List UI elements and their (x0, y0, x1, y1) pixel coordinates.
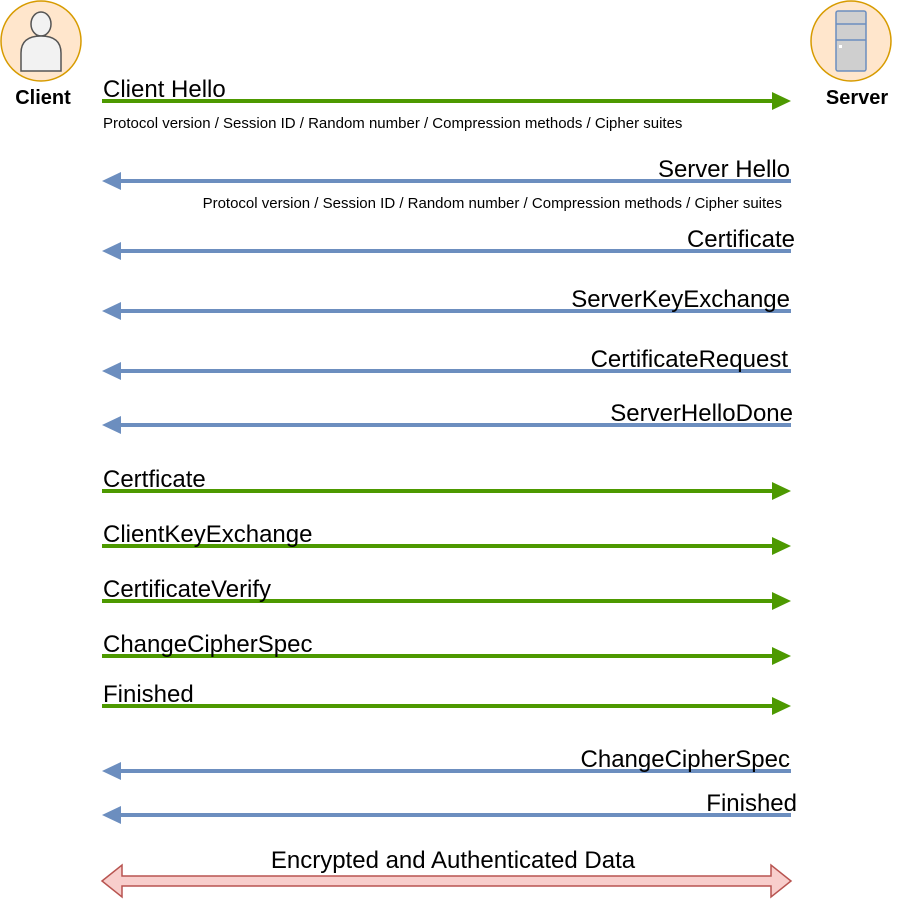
message-3: Certificate (102, 226, 795, 260)
message-2: Server Hello Protocol version / Session I… (102, 156, 791, 212)
arrowhead (772, 647, 791, 665)
message-label: ServerKeyExchange (571, 286, 790, 313)
message-label: CertificateRequest (591, 346, 789, 373)
message-list: Client Hello Protocol version / Session I… (102, 76, 797, 824)
arrowhead (772, 92, 791, 110)
arrowhead (102, 762, 121, 780)
message-8: ClientKeyExchange (102, 521, 791, 555)
message-11: Finished (102, 681, 791, 715)
message-label: ChangeCipherSpec (103, 631, 312, 658)
message-6: ServerHelloDone (102, 400, 793, 434)
message-10: ChangeCipherSpec (102, 631, 791, 665)
message-label: ClientKeyExchange (103, 521, 312, 548)
arrowhead (102, 806, 121, 824)
message-4: ServerKeyExchange (102, 286, 791, 320)
arrowhead (102, 242, 121, 260)
arrowhead (772, 697, 791, 715)
server-label: Server (826, 87, 888, 109)
server-icon (835, 10, 867, 72)
client-label: Client (15, 87, 71, 109)
message-label: Finished (706, 790, 797, 817)
message-5: CertificateRequest (102, 346, 791, 380)
message-12: ChangeCipherSpec (102, 746, 791, 780)
arrowhead (772, 592, 791, 610)
data-exchange-arrow: Encrypted and Authenticated Data (100, 847, 793, 899)
arrowhead (102, 416, 121, 434)
message-label: Client Hello (103, 76, 226, 103)
message-label: Finished (103, 681, 194, 708)
message-label: Certificate (687, 226, 795, 253)
message-1: Client Hello Protocol version / Session I… (102, 76, 791, 132)
message-label: ChangeCipherSpec (581, 746, 790, 773)
server-actor: Server (810, 0, 892, 109)
message-label: Certficate (103, 466, 206, 493)
message-label: ServerHelloDone (610, 400, 793, 427)
arrowhead (772, 482, 791, 500)
client-actor: Client (0, 0, 82, 109)
arrowhead (102, 172, 121, 190)
arrowhead (102, 362, 121, 380)
message-label: Server Hello (658, 156, 790, 183)
message-detail: Protocol version / Session ID / Random n… (203, 195, 782, 212)
tls-handshake-diagram: Client Server Client Hello Protocol versi… (0, 0, 892, 899)
arrowhead (102, 302, 121, 320)
arrowhead (772, 537, 791, 555)
message-7: Certficate (102, 466, 791, 500)
message-9: CertificateVerify (102, 576, 791, 610)
message-label: CertificateVerify (103, 576, 271, 603)
data-exchange-label: Encrypted and Authenticated Data (271, 847, 636, 874)
message-detail: Protocol version / Session ID / Random n… (103, 115, 682, 132)
message-13: Finished (102, 790, 797, 824)
